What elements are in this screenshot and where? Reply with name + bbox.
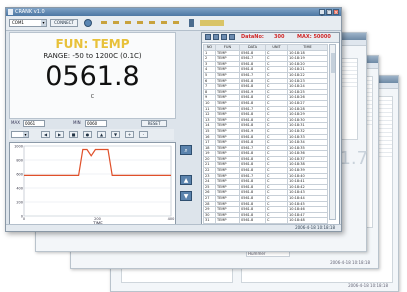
y-tick-label: 400 [16, 186, 23, 190]
trend-button[interactable]: ◀ [41, 131, 50, 138]
chart-icon[interactable] [221, 34, 227, 40]
trend-chart: 10008006004002000 0200400 TIME [14, 144, 175, 226]
save-icon[interactable] [205, 34, 211, 40]
title-bar: CRANK v1.0 _ □ × [6, 8, 341, 16]
chevron-down-icon: ▾ [41, 20, 46, 26]
gear-icon[interactable] [84, 19, 92, 27]
app-icon [8, 9, 13, 15]
toolbar: COM1 ▾ CONNECT [6, 16, 341, 31]
range-label: RANGE: -50 to 1200C (0.1C) [43, 52, 142, 60]
status-bar: 2006-4-18 10:18:18 [6, 224, 341, 231]
x-tick-label: 400 [168, 217, 175, 221]
progress-indicator [200, 20, 224, 26]
minimize-button[interactable]: _ [319, 9, 325, 16]
status-led [137, 21, 143, 24]
trend-button[interactable]: ● [83, 131, 92, 138]
y-tick-label: 800 [16, 158, 23, 162]
max-label: MAX [11, 120, 20, 125]
data-log-table: NO FUN DATA UNIT TIME 1 TEMP 0561.8 C 10:18:18 2 T… [203, 44, 328, 231]
background-window-status: 2006-4-18 10:18:18 [348, 283, 388, 288]
main-window: CRANK v1.0 _ □ × COM1 ▾ CONNECT FUN: TEM… [5, 7, 342, 232]
trend-button[interactable]: + [125, 131, 134, 138]
connect-button[interactable]: CONNECT [50, 19, 78, 27]
trend-button[interactable]: ▲ [97, 131, 106, 138]
zoom-button[interactable]: ⌕ [180, 145, 192, 155]
x-tick-label: 0 [23, 217, 25, 221]
min-label: MIN [73, 120, 81, 125]
clear-icon[interactable] [229, 34, 235, 40]
trend-toolbar: ▾ ◀ ▶ ■ ● ▲ ▼ + - [9, 129, 174, 140]
reading-value: 0561.8 [45, 61, 140, 92]
trend-scale-select[interactable]: ▾ [11, 131, 29, 138]
status-led [161, 21, 167, 24]
status-led [101, 21, 107, 24]
status-led [149, 21, 155, 24]
log-scrollbar[interactable] [329, 44, 336, 220]
trend-plot: 10008006004002000 0200400 TIME [9, 142, 176, 228]
meter-display: FUN: TEMP RANGE: -50 to 1200C (0.1C) 056… [9, 32, 176, 119]
chevron-down-icon: ▾ [23, 132, 28, 137]
record-icon[interactable] [189, 19, 194, 27]
data-count-value: 300 [274, 34, 285, 40]
data-count-label: DataNo: [241, 34, 264, 40]
log-scroll-thumb[interactable] [331, 53, 335, 73]
data-log-panel: DataNo: 300 MAX: 50000 NO FUN DATA UNIT TIME… [201, 32, 340, 231]
status-led [113, 21, 119, 24]
reset-button[interactable]: RESET [141, 120, 167, 127]
max-min-row: MAX 0061 MIN 0060 RESET [9, 119, 174, 128]
status-time: 2006-4-18 10:18:18 [295, 225, 335, 230]
data-max-label: MAX: 50000 [297, 34, 331, 40]
trend-button[interactable]: ■ [69, 131, 78, 138]
y-tick-label: 600 [16, 172, 23, 176]
close-button[interactable]: × [333, 9, 339, 16]
trend-button[interactable]: - [139, 131, 148, 138]
min-field: 0060 [85, 120, 107, 127]
window-title: CRANK v1.0 [15, 9, 45, 15]
trend-button[interactable]: ▼ [111, 131, 120, 138]
trend-button[interactable]: ▶ [55, 131, 64, 138]
print-icon[interactable] [213, 34, 219, 40]
y-tick-label: 1000 [14, 144, 23, 148]
maximize-button[interactable]: □ [326, 9, 332, 16]
port-select[interactable]: COM1 ▾ [9, 19, 47, 27]
status-led [173, 21, 179, 24]
log-header: DataNo: 300 MAX: 50000 [202, 33, 339, 43]
function-label: FUN: TEMP [55, 37, 130, 51]
max-field: 0061 [23, 120, 45, 127]
status-led [125, 21, 131, 24]
scroll-down-button[interactable]: ▼ [180, 191, 192, 201]
port-select-value: COM1 [12, 20, 24, 25]
reading-unit: C [90, 94, 95, 100]
scroll-up-button[interactable]: ▲ [180, 175, 192, 185]
background-window-status: 2006-4-18 10:18:18 [330, 260, 370, 265]
y-tick-label: 200 [16, 200, 23, 204]
